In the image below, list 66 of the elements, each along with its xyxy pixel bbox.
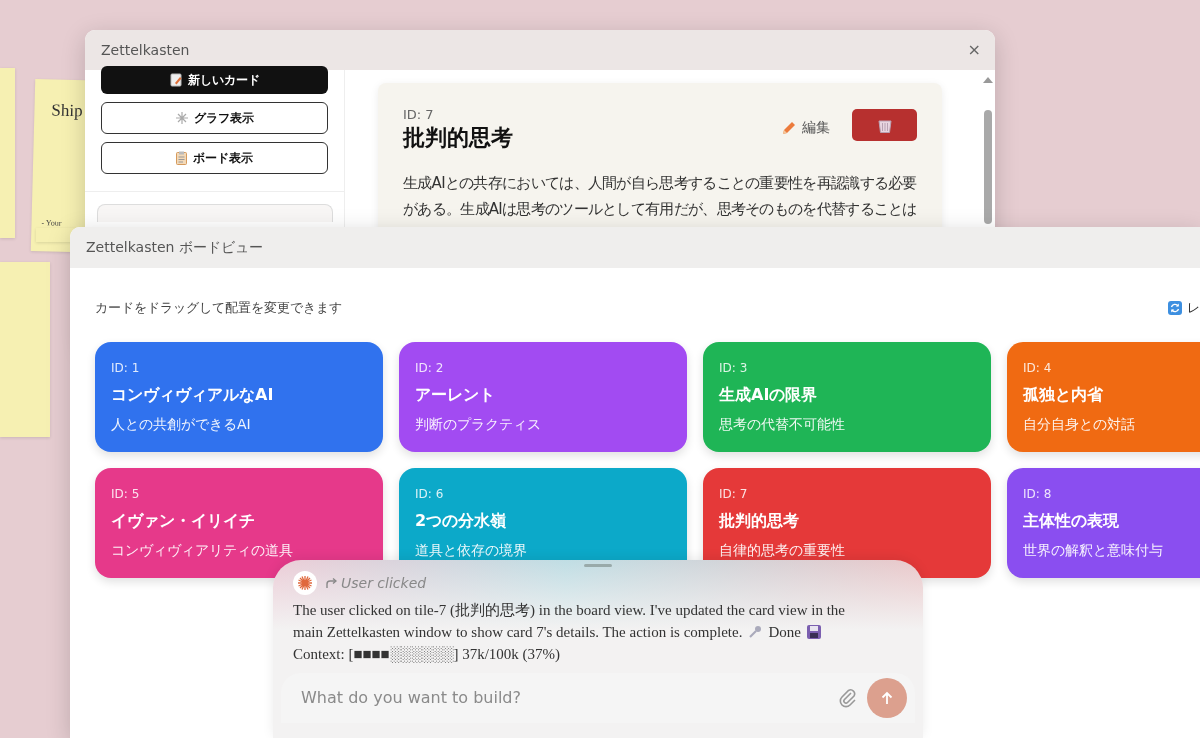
tile-title: 孤独と内省 bbox=[1023, 384, 1104, 406]
card-tile[interactable]: ID: 3 生成AIの限界 思考の代替不可能性 bbox=[703, 342, 991, 452]
tile-id: ID: 2 bbox=[415, 360, 445, 376]
window-title: Zettelkasten ボードビュー bbox=[86, 238, 263, 257]
clipboard-icon bbox=[176, 151, 187, 165]
sidebar-button[interactable]: 新しいカード bbox=[101, 66, 328, 94]
prompt-field[interactable]: What do you want to build? bbox=[289, 686, 829, 710]
sidebar-button[interactable]: グラフ表示 bbox=[101, 102, 328, 134]
tile-id: ID: 8 bbox=[1023, 486, 1053, 502]
note-text: Ship bbox=[51, 99, 83, 123]
hint-text: カードをドラッグして配置を変更できます bbox=[95, 299, 342, 318]
tile-subtitle: 判断のプラクティス bbox=[415, 415, 542, 434]
attach-icon[interactable] bbox=[839, 688, 857, 708]
tile-id: ID: 7 bbox=[719, 486, 749, 502]
card-tile[interactable]: ID: 5 イヴァン・イリイチ コンヴィヴィアリティの道具 bbox=[95, 468, 383, 578]
card-id: ID: 7 bbox=[403, 107, 435, 123]
card-body-text: 生成AIとの共存においては、人間が自ら思考することの重要性を再認識する必要がある。生成AIは思考のツールとして有用だが、思考そのものを代替することは bbox=[403, 173, 918, 220]
status-text: Done bbox=[768, 623, 801, 642]
card-tile[interactable]: ID: 1 コンヴィヴィアルなAI 人との共創ができるAI bbox=[95, 342, 383, 452]
window-title: Zettelkasten bbox=[101, 40, 190, 60]
tile-subtitle: 道具と依存の境界 bbox=[415, 541, 528, 560]
tile-id: ID: 6 bbox=[415, 486, 445, 502]
sparkle-icon bbox=[175, 112, 188, 124]
avatar-icon bbox=[293, 571, 317, 595]
edit-link[interactable]: 編集 bbox=[781, 117, 830, 138]
sidebar-button[interactable]: ボード表示 bbox=[101, 142, 328, 174]
scrollbar-thumb[interactable] bbox=[984, 110, 992, 224]
wrench-icon bbox=[748, 625, 763, 639]
tile-title: 2つの分水嶺 bbox=[415, 510, 508, 532]
card-tile[interactable]: ID: 4 孤独と内省 自分自身との対話 bbox=[1007, 342, 1200, 452]
close-button[interactable]: × bbox=[967, 42, 981, 58]
tile-subtitle: 世界の解釈と意味付与 bbox=[1023, 541, 1164, 560]
tile-id: ID: 1 bbox=[111, 360, 141, 376]
tile-title: イヴァン・イリイチ bbox=[111, 510, 256, 532]
tile-title: 批判的思考 bbox=[719, 510, 800, 532]
arrow-up-icon bbox=[881, 691, 893, 705]
card-tile[interactable]: ID: 8 主体性の表現 世界の解釈と意味付与 bbox=[1007, 468, 1200, 578]
tile-subtitle: 人との共創ができるAI bbox=[111, 415, 252, 434]
card-tile[interactable]: ID: 2 アーレント 判断のプラクティス bbox=[399, 342, 687, 452]
context-usage: Context: [■■■■░░░░░░] 37k/100k (37%) bbox=[293, 645, 561, 665]
note-icon bbox=[169, 73, 182, 87]
tile-id: ID: 4 bbox=[1023, 360, 1053, 376]
tile-subtitle: 自律的思考の重要性 bbox=[719, 541, 846, 560]
trash-icon bbox=[877, 117, 892, 133]
refresh-icon bbox=[1168, 301, 1182, 315]
card-title: 批判的思考 bbox=[403, 124, 514, 152]
tile-id: ID: 3 bbox=[719, 360, 749, 376]
scroll-up-arrow[interactable] bbox=[982, 76, 994, 84]
drag-handle[interactable] bbox=[584, 564, 612, 567]
tile-id: ID: 5 bbox=[111, 486, 141, 502]
tile-subtitle: コンヴィヴィアリティの道具 bbox=[111, 541, 294, 560]
tile-subtitle: 思考の代替不可能性 bbox=[719, 415, 846, 434]
reply-arrow-icon bbox=[325, 577, 337, 589]
tile-subtitle: 自分自身との対話 bbox=[1023, 415, 1136, 434]
tile-title: コンヴィヴィアルなAI bbox=[111, 384, 275, 406]
assistant-message: main Zettelkasten window to show card 7's details. The action is complete. bbox=[293, 623, 743, 642]
reset-button[interactable]: レ bbox=[1168, 298, 1200, 318]
tile-title: アーレント bbox=[415, 384, 496, 406]
note-signature: - Your bbox=[41, 217, 62, 230]
tile-title: 生成AIの限界 bbox=[719, 384, 819, 406]
search-field[interactable] bbox=[97, 204, 333, 222]
send-button[interactable] bbox=[867, 678, 907, 718]
pencil-icon bbox=[781, 119, 797, 136]
delete-button[interactable] bbox=[852, 109, 917, 141]
tile-title: 主体性の表現 bbox=[1023, 510, 1120, 532]
assistant-message: The user clicked on tile-7 (批判的思考) in the board view. I've updated the card view in the bbox=[293, 601, 845, 620]
